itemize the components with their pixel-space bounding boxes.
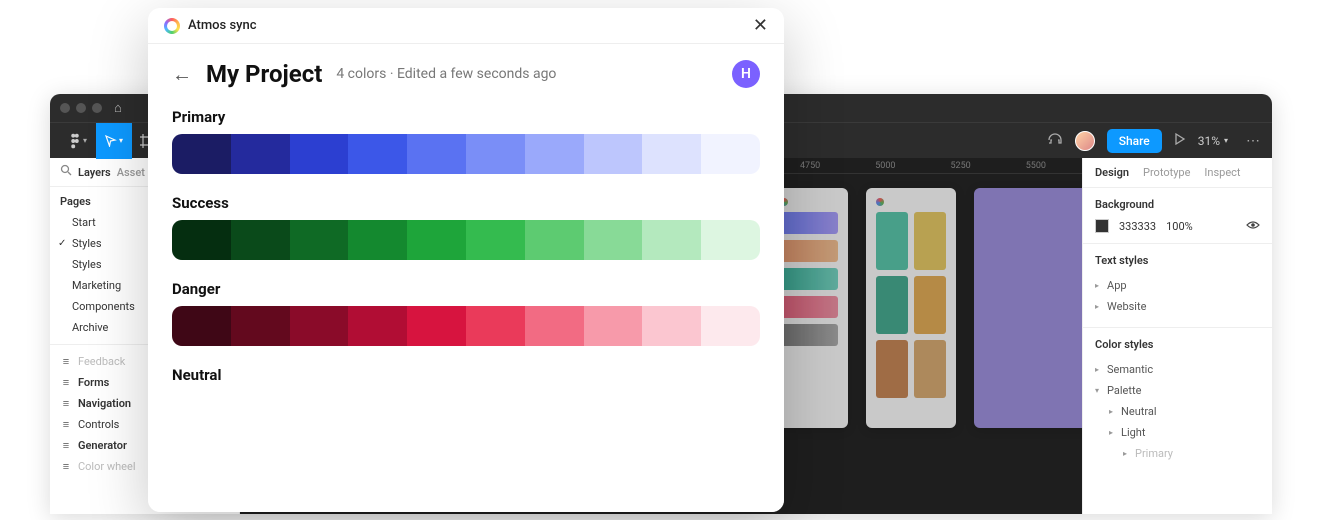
- traffic-lights[interactable]: [60, 103, 102, 113]
- palette-name: Primary: [172, 108, 760, 126]
- right-panel-tabs: Design Prototype Inspect: [1083, 158, 1272, 188]
- color-style-item[interactable]: ▸Neutral: [1095, 401, 1260, 422]
- color-swatch[interactable]: [172, 306, 231, 346]
- text-style-item[interactable]: ▸Website: [1095, 296, 1260, 317]
- color-styles-section: Color styles ▸Semantic▾Palette▸Neutral▸L…: [1083, 328, 1272, 468]
- palette-row[interactable]: [172, 220, 760, 260]
- color-swatch[interactable]: [231, 220, 290, 260]
- palette-row[interactable]: [172, 306, 760, 346]
- home-icon[interactable]: ⌂: [114, 100, 122, 116]
- back-arrow-icon[interactable]: ←: [172, 64, 192, 84]
- background-title: Background: [1095, 198, 1260, 211]
- color-swatch[interactable]: [348, 306, 407, 346]
- text-style-item[interactable]: ▸App: [1095, 275, 1260, 296]
- text-styles-section: Text styles ▸App▸Website: [1083, 244, 1272, 328]
- color-swatch[interactable]: [407, 220, 466, 260]
- color-swatch[interactable]: [525, 306, 584, 346]
- color-swatch[interactable]: [584, 220, 643, 260]
- color-swatch[interactable]: [525, 220, 584, 260]
- atmos-logo-icon: [164, 18, 180, 34]
- layers-tab[interactable]: Layers: [78, 166, 111, 179]
- color-swatch[interactable]: [584, 306, 643, 346]
- palette-group: Neutral: [172, 366, 760, 384]
- palette-name: Success: [172, 194, 760, 212]
- search-icon[interactable]: [60, 164, 72, 180]
- color-swatch[interactable]: [642, 134, 701, 174]
- color-swatch[interactable]: [701, 306, 760, 346]
- headset-icon[interactable]: [1047, 131, 1063, 151]
- canvas-artwork: [770, 188, 1082, 428]
- text-styles-title: Text styles: [1095, 254, 1260, 267]
- color-swatch[interactable]: [466, 220, 525, 260]
- color-swatch[interactable]: [231, 134, 290, 174]
- color-swatch[interactable]: [348, 134, 407, 174]
- zoom-level[interactable]: 31%▾: [1198, 134, 1228, 148]
- modal-title: Atmos sync: [188, 18, 257, 33]
- color-style-item[interactable]: ▸Light: [1095, 422, 1260, 443]
- project-headline: ← My Project 4 colors · Edited a few sec…: [172, 60, 760, 88]
- palette-group: Primary: [172, 108, 760, 174]
- palette-name: Danger: [172, 280, 760, 298]
- background-opacity[interactable]: 100%: [1166, 220, 1193, 233]
- move-tool-button[interactable]: ▾: [96, 123, 132, 159]
- color-swatch[interactable]: [290, 220, 349, 260]
- color-swatch[interactable]: [466, 306, 525, 346]
- project-title: My Project: [206, 60, 322, 88]
- project-avatar[interactable]: H: [732, 60, 760, 88]
- color-style-item[interactable]: ▸Primary: [1095, 443, 1260, 464]
- figma-menu-button[interactable]: ▾: [60, 123, 96, 159]
- color-swatch[interactable]: [290, 306, 349, 346]
- color-style-item[interactable]: ▸Semantic: [1095, 359, 1260, 380]
- inspect-tab[interactable]: Inspect: [1204, 166, 1240, 179]
- palette-group: Danger: [172, 280, 760, 346]
- color-swatch[interactable]: [290, 134, 349, 174]
- frame-2[interactable]: [866, 188, 956, 428]
- color-swatch[interactable]: [466, 134, 525, 174]
- background-section: Background 333333 100%: [1083, 188, 1272, 244]
- color-swatch[interactable]: [525, 134, 584, 174]
- ruler-tick: 5250: [950, 161, 970, 171]
- color-swatch[interactable]: [172, 220, 231, 260]
- color-swatch[interactable]: [584, 134, 643, 174]
- color-swatch[interactable]: [701, 220, 760, 260]
- modal-fade: [148, 452, 784, 512]
- color-swatch[interactable]: [642, 220, 701, 260]
- palette-row[interactable]: [172, 134, 760, 174]
- color-swatch[interactable]: [407, 134, 466, 174]
- assets-tab[interactable]: Asset: [117, 166, 145, 179]
- design-tab[interactable]: Design: [1095, 166, 1129, 179]
- toolbar-right: Share 31%▾ ⋯: [1047, 129, 1262, 153]
- color-swatch[interactable]: [172, 134, 231, 174]
- close-icon[interactable]: ✕: [753, 17, 768, 35]
- color-swatch[interactable]: [348, 220, 407, 260]
- color-swatch[interactable]: [642, 306, 701, 346]
- palette-group: Success: [172, 194, 760, 260]
- color-style-item[interactable]: ▾Palette: [1095, 380, 1260, 401]
- ruler-tick: 5500: [1026, 161, 1046, 171]
- visibility-icon[interactable]: [1246, 220, 1260, 233]
- user-avatar[interactable]: [1075, 131, 1095, 151]
- present-icon[interactable]: [1174, 133, 1186, 149]
- prototype-tab[interactable]: Prototype: [1143, 166, 1190, 179]
- color-swatch[interactable]: [407, 306, 466, 346]
- modal-header: Atmos sync ✕: [148, 8, 784, 44]
- right-panel: Design Prototype Inspect Background 3333…: [1082, 158, 1272, 514]
- background-color-chip[interactable]: [1095, 219, 1109, 233]
- share-button[interactable]: Share: [1107, 129, 1162, 153]
- background-hex[interactable]: 333333: [1119, 220, 1156, 233]
- color-swatch[interactable]: [701, 134, 760, 174]
- ruler-tick: 5000: [875, 161, 895, 171]
- project-meta: 4 colors · Edited a few seconds ago: [336, 66, 556, 82]
- color-swatch[interactable]: [231, 306, 290, 346]
- more-menu-icon[interactable]: ⋯: [1246, 133, 1262, 149]
- frame-3[interactable]: [974, 188, 1082, 428]
- atmos-sync-modal: Atmos sync ✕ ← My Project 4 colors · Edi…: [148, 8, 784, 512]
- modal-body: ← My Project 4 colors · Edited a few sec…: [148, 44, 784, 512]
- palette-name: Neutral: [172, 366, 760, 384]
- ruler-tick: 4750: [800, 161, 820, 171]
- color-styles-title: Color styles: [1095, 338, 1260, 351]
